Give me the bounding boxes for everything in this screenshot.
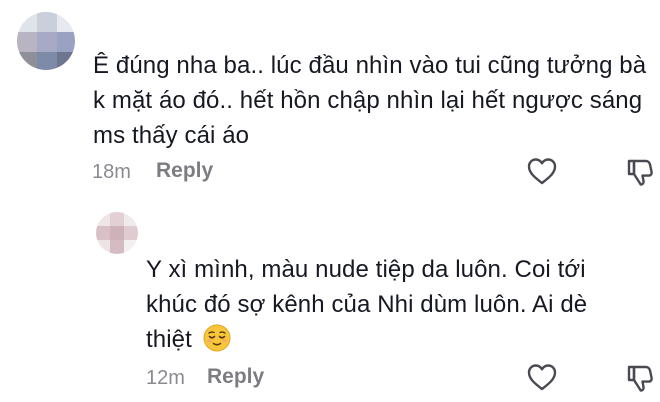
- comment-text: Y xì mình, màu nude tiệp da luôn. Coi tớ…: [146, 252, 636, 357]
- comment-timestamp: 18m: [92, 161, 131, 183]
- heart-outline-icon[interactable]: [526, 362, 558, 392]
- heart-outline-icon[interactable]: [526, 156, 558, 186]
- avatar[interactable]: [96, 212, 138, 254]
- reply-button[interactable]: Reply: [207, 365, 264, 389]
- comment-timestamp: 12m: [146, 367, 185, 389]
- reply-comment-item: Y xì mình, màu nude tiệp da luôn. Coi tớ…: [0, 200, 660, 402]
- comment-item: Ê đúng nha ba.. lúc đầu nhìn vào tui cũn…: [0, 0, 660, 200]
- thumbs-down-outline-icon[interactable]: [626, 157, 654, 187]
- relieved-face-emoji-icon: [203, 324, 231, 352]
- comment-text: Ê đúng nha ba.. lúc đầu nhìn vào tui cũn…: [93, 52, 647, 149]
- avatar[interactable]: [17, 12, 75, 70]
- thumbs-down-outline-icon[interactable]: [626, 363, 654, 393]
- reply-button[interactable]: Reply: [156, 159, 213, 183]
